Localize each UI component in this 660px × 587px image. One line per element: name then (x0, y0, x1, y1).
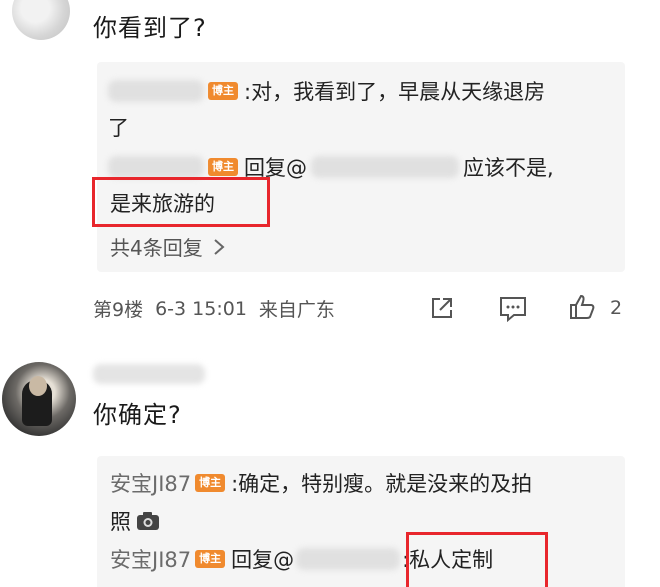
floor-label: 第9楼 (93, 299, 144, 321)
reply-text-cont: 了 (108, 116, 129, 140)
reply-prefix: 回复@ (231, 548, 295, 572)
avatar[interactable] (2, 362, 76, 436)
username-blurred[interactable] (93, 364, 205, 384)
highlight-box (92, 177, 270, 227)
comment-meta: 第9楼 6-3 15:01 来自广东 (93, 295, 335, 322)
comment-icon[interactable] (498, 294, 528, 322)
reply-text: 应该不是, (463, 156, 554, 180)
camera-icon (137, 512, 159, 530)
mention-blurred[interactable] (296, 548, 401, 570)
reply-line-cont: 照 (110, 506, 161, 536)
highlight-box (406, 532, 548, 587)
share-icon[interactable] (428, 294, 456, 322)
more-replies-link[interactable]: 共4条回复 (110, 232, 227, 261)
reply-text-cont: 照 (110, 510, 131, 534)
reply-username[interactable]: 安宝JI87 (110, 544, 191, 574)
location-label: 来自广东 (258, 299, 335, 321)
username-blurred[interactable] (108, 80, 204, 102)
date-label: 6-3 15:01 (155, 297, 247, 320)
more-replies-label: 共4条回复 (110, 236, 203, 260)
like-count: 2 (610, 297, 623, 319)
reply-text: :对，我看到了，早晨从天缘退房 (244, 80, 546, 104)
reply-line: 博主 :对，我看到了，早晨从天缘退房 (108, 76, 545, 106)
comment-text: 你确定? (93, 401, 182, 429)
blogger-badge: 博主 (195, 474, 226, 492)
blogger-badge: 博主 (208, 82, 238, 100)
blogger-badge: 博主 (208, 158, 238, 176)
reply-line: 安宝JI87 博主 :确定，特别瘦。就是没来的及拍 (110, 468, 532, 498)
comment-text: 你看到了? (93, 14, 207, 42)
chevron-right-icon (214, 238, 225, 255)
reply-username[interactable]: 安宝JI87 (110, 468, 191, 498)
avatar-face (29, 376, 47, 396)
mention-blurred[interactable] (311, 156, 459, 178)
reply-text: :确定，特别瘦。就是没来的及拍 (231, 472, 533, 496)
username-blurred[interactable] (108, 156, 204, 178)
like-icon[interactable] (567, 292, 597, 322)
blogger-badge: 博主 (195, 550, 226, 568)
avatar[interactable] (12, 0, 70, 40)
